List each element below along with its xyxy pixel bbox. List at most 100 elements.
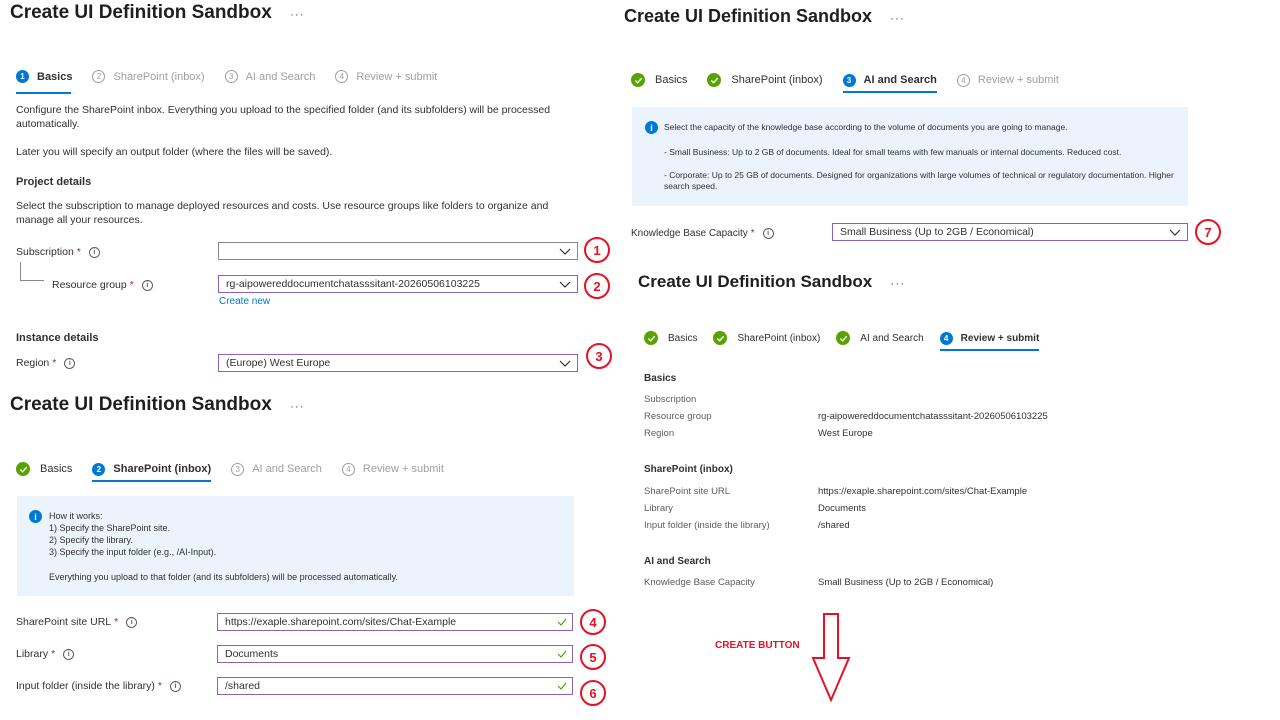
capacity-dropdown[interactable]: Small Business (Up to 2GB / Economical) [832, 223, 1188, 241]
more-options-icon[interactable]: ··· [890, 276, 905, 290]
chevron-down-icon [559, 360, 571, 367]
step-number-icon: 3 [842, 73, 856, 87]
step-number-icon: 4 [341, 462, 355, 476]
wizard-tabs: 1 Basics 2 SharePoint (inbox) 3 AI and S… [16, 70, 457, 89]
info-corporate: - Corporate: Up to 25 GB of documents. D… [664, 170, 1174, 191]
region-label: Region * i [16, 357, 76, 369]
tab-label: SharePoint (inbox) [113, 70, 205, 83]
tab-basics[interactable]: Basics [631, 73, 687, 93]
check-circle-icon [16, 462, 30, 476]
region-dropdown[interactable]: (Europe) West Europe [218, 354, 578, 372]
project-description: Select the subscription to manage deploy… [16, 200, 549, 226]
info-small-business: - Small Business: Up to 2 GB of document… [664, 147, 1122, 157]
info-icon[interactable]: i [170, 680, 181, 692]
check-circle-icon [644, 331, 658, 345]
tab-label: Basics [37, 70, 73, 83]
page-title: Create UI Definition Sandbox ··· [638, 272, 906, 291]
intro-text-2: Later you will specify an output folder … [16, 146, 333, 158]
down-arrow-icon [811, 613, 851, 703]
tab-label: AI and Search [245, 70, 316, 83]
tab-review[interactable]: 4 Review + submit [956, 73, 1059, 93]
chevron-down-icon [559, 248, 571, 255]
info-line: 1) Specify the SharePoint site. [49, 523, 171, 533]
tab-ai-search[interactable]: 3 AI and Search [224, 70, 316, 89]
tab-label: AI and Search [863, 74, 937, 86]
info-line: 2) Specify the library. [49, 535, 133, 545]
tab-sharepoint[interactable]: 2 SharePoint (inbox) [92, 70, 205, 89]
review-label: Input folder (inside the library) [644, 520, 770, 531]
site-url-input[interactable]: https://exaple.sharepoint.com/sites/Chat… [217, 613, 573, 631]
subscription-dropdown[interactable] [218, 242, 578, 260]
more-options-icon[interactable]: ··· [290, 399, 305, 413]
info-footer: Everything you upload to that folder (an… [49, 572, 399, 582]
tab-review[interactable]: 4 Review + submit [335, 70, 437, 89]
wizard-tabs: Basics 2 SharePoint (inbox) 3 AI and Sea… [16, 462, 464, 482]
tab-sharepoint[interactable]: SharePoint (inbox) [707, 73, 823, 93]
step-number-icon: 4 [939, 331, 953, 345]
wizard-tabs: Basics SharePoint (inbox) 3 AI and Searc… [631, 73, 1079, 93]
active-tab-underline [16, 92, 71, 94]
tab-review[interactable]: 4 Review + submit [939, 331, 1040, 351]
chevron-down-icon [559, 281, 571, 288]
review-section-heading: SharePoint (inbox) [644, 464, 733, 475]
more-options-icon[interactable]: ··· [290, 7, 305, 21]
tab-label: Review + submit [362, 463, 444, 475]
tab-ai-search[interactable]: AI and Search [836, 331, 924, 351]
review-section-heading: Basics [644, 373, 677, 384]
tab-sharepoint[interactable]: SharePoint (inbox) [713, 331, 820, 351]
tab-basics[interactable]: 1 Basics [16, 70, 72, 89]
info-icon[interactable]: i [126, 616, 138, 628]
tab-label: Review + submit [977, 74, 1059, 86]
check-circle-icon [713, 331, 728, 345]
info-icon[interactable]: i [64, 357, 76, 369]
more-options-icon[interactable]: ··· [890, 11, 905, 25]
wizard-tabs: Basics SharePoint (inbox) AI and Search … [644, 331, 1059, 351]
annotation-marker: 1 [584, 237, 610, 263]
step-number-icon: 4 [956, 73, 970, 87]
capacity-label: Knowledge Base Capacity * i [631, 228, 774, 239]
section-heading: Instance details [16, 332, 99, 344]
review-section-heading: AI and Search [644, 556, 711, 567]
review-label: Region [644, 428, 675, 439]
info-icon[interactable]: i [141, 279, 153, 291]
page-title: Create UI Definition Sandbox ··· [10, 2, 305, 23]
info-icon[interactable]: i [88, 246, 100, 258]
step-number-icon: 1 [16, 70, 29, 83]
tab-label: SharePoint (inbox) [737, 332, 821, 344]
tab-basics[interactable]: Basics [16, 462, 72, 482]
info-icon[interactable]: i [63, 648, 75, 660]
chevron-down-icon [1169, 229, 1181, 236]
tab-label: Review + submit [960, 332, 1040, 344]
step-number-icon: 2 [92, 462, 106, 476]
step-number-icon: 4 [335, 70, 349, 83]
tab-sharepoint[interactable]: 2 SharePoint (inbox) [92, 462, 211, 482]
tab-label: AI and Search [860, 332, 924, 344]
checkmark-icon [557, 650, 567, 658]
tab-label: Basics [668, 332, 698, 344]
page-title: Create UI Definition Sandbox ··· [10, 394, 305, 415]
tab-ai-search[interactable]: 3 AI and Search [231, 462, 322, 482]
review-label: SharePoint site URL [644, 486, 731, 497]
info-icon: i [29, 510, 42, 523]
annotation-marker: 5 [580, 644, 606, 670]
tree-connector [20, 280, 44, 281]
input-folder-label: Input folder (inside the library) * i [16, 680, 181, 692]
tab-basics[interactable]: Basics [644, 331, 697, 351]
library-input[interactable]: Documents [217, 645, 573, 663]
info-line: 3) Specify the input folder (e.g., /AI-I… [49, 547, 217, 557]
tab-label: SharePoint (inbox) [731, 74, 823, 86]
step-number-icon: 3 [224, 70, 238, 83]
site-url-label: SharePoint site URL * i [16, 616, 138, 628]
review-value: https://exaple.sharepoint.com/sites/Chat… [818, 486, 1028, 497]
tab-ai-search[interactable]: 3 AI and Search [842, 73, 938, 93]
tab-review[interactable]: 4 Review + submit [341, 462, 444, 482]
library-label: Library * i [16, 648, 75, 660]
resource-group-dropdown[interactable]: rg-aipowereddocumentchatasssitant-202605… [218, 275, 578, 293]
tree-connector [20, 262, 21, 280]
info-icon[interactable]: i [762, 228, 774, 239]
info-line: How it works: [49, 511, 103, 521]
create-new-link[interactable]: Create new [219, 296, 270, 307]
review-value: rg-aipowereddocumentchatasssitant-202605… [818, 411, 1048, 422]
input-folder-input[interactable]: /shared [217, 677, 573, 695]
review-value: West Europe [818, 428, 873, 439]
